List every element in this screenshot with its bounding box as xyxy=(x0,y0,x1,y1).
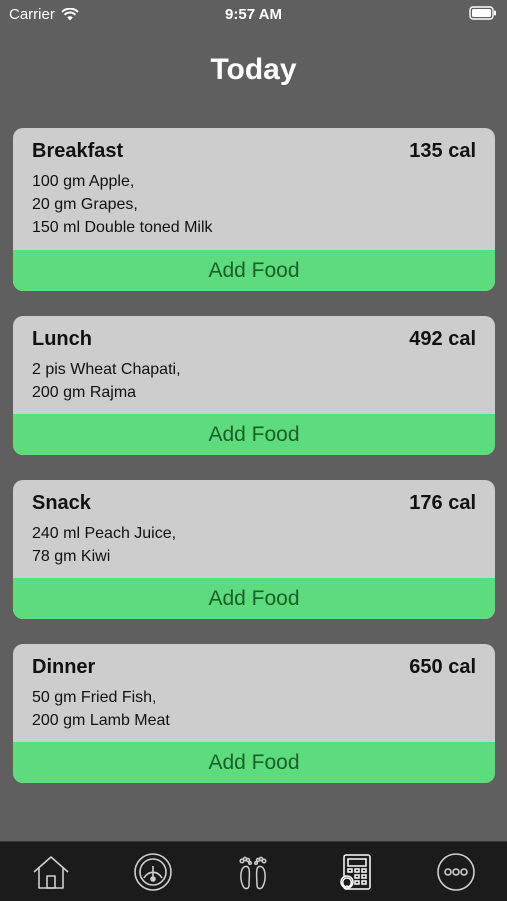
meal-calories: 650 cal xyxy=(409,656,476,678)
add-food-button-breakfast[interactable]: Add Food xyxy=(13,250,495,291)
tab-bar xyxy=(0,841,507,901)
meal-card-breakfast: Breakfast 135 cal 100 gm Apple, 20 gm Gr… xyxy=(13,128,495,291)
meal-calories: 176 cal xyxy=(409,492,476,514)
food-item: 20 gm Grapes, xyxy=(32,196,138,213)
battery-icon xyxy=(469,6,497,24)
clock: 9:57 AM xyxy=(225,6,282,23)
gauge-icon xyxy=(134,853,172,891)
add-food-button-dinner[interactable]: Add Food xyxy=(13,742,495,783)
meal-name: Breakfast xyxy=(32,140,124,162)
meal-items: 240 ml Peach Juice, 78 gm Kiwi xyxy=(32,522,176,568)
more-icon xyxy=(437,853,475,891)
food-item: 150 ml Double toned Milk xyxy=(32,219,213,236)
food-item: 100 gm Apple, xyxy=(32,173,135,190)
meal-items: 50 gm Fried Fish, 200 gm Lamb Meat xyxy=(32,686,170,732)
meal-name: Lunch xyxy=(32,328,92,350)
meal-items: 100 gm Apple, 20 gm Grapes, 150 ml Doubl… xyxy=(32,170,213,239)
page-title: Today xyxy=(210,53,297,86)
food-item: 240 ml Peach Juice, xyxy=(32,525,177,542)
add-food-button-lunch[interactable]: Add Food xyxy=(13,414,495,455)
food-item: 200 gm Rajma xyxy=(32,384,137,401)
footprints-icon xyxy=(239,856,267,890)
meal-card-lunch: Lunch 492 cal 2 pis Wheat Chapati, 200 g… xyxy=(13,316,495,455)
meal-card-dinner: Dinner 650 cal 50 gm Fried Fish, 200 gm … xyxy=(13,644,495,783)
food-item: 2 pis Wheat Chapati, xyxy=(32,361,181,378)
food-item: 50 gm Fried Fish, xyxy=(32,689,157,706)
tab-dashboard[interactable] xyxy=(131,850,175,894)
tab-home[interactable] xyxy=(29,850,73,894)
calculator-icon xyxy=(340,854,371,890)
status-bar: Carrier 9:57 AM xyxy=(0,0,507,28)
meal-card-snack: Snack 176 cal 240 ml Peach Juice, 78 gm … xyxy=(13,480,495,619)
meal-items: 2 pis Wheat Chapati, 200 gm Rajma xyxy=(32,358,181,404)
add-food-button-snack[interactable]: Add Food xyxy=(13,578,495,619)
meal-name: Snack xyxy=(32,492,91,514)
tab-activity[interactable] xyxy=(232,850,276,894)
meal-calories: 492 cal xyxy=(409,328,476,350)
meal-name: Dinner xyxy=(32,656,96,678)
food-item: 200 gm Lamb Meat xyxy=(32,712,170,729)
tab-calculator[interactable] xyxy=(334,850,378,894)
tab-more[interactable] xyxy=(434,850,478,894)
food-item: 78 gm Kiwi xyxy=(32,548,111,565)
home-icon xyxy=(33,856,69,889)
meal-calories: 135 cal xyxy=(409,140,476,162)
